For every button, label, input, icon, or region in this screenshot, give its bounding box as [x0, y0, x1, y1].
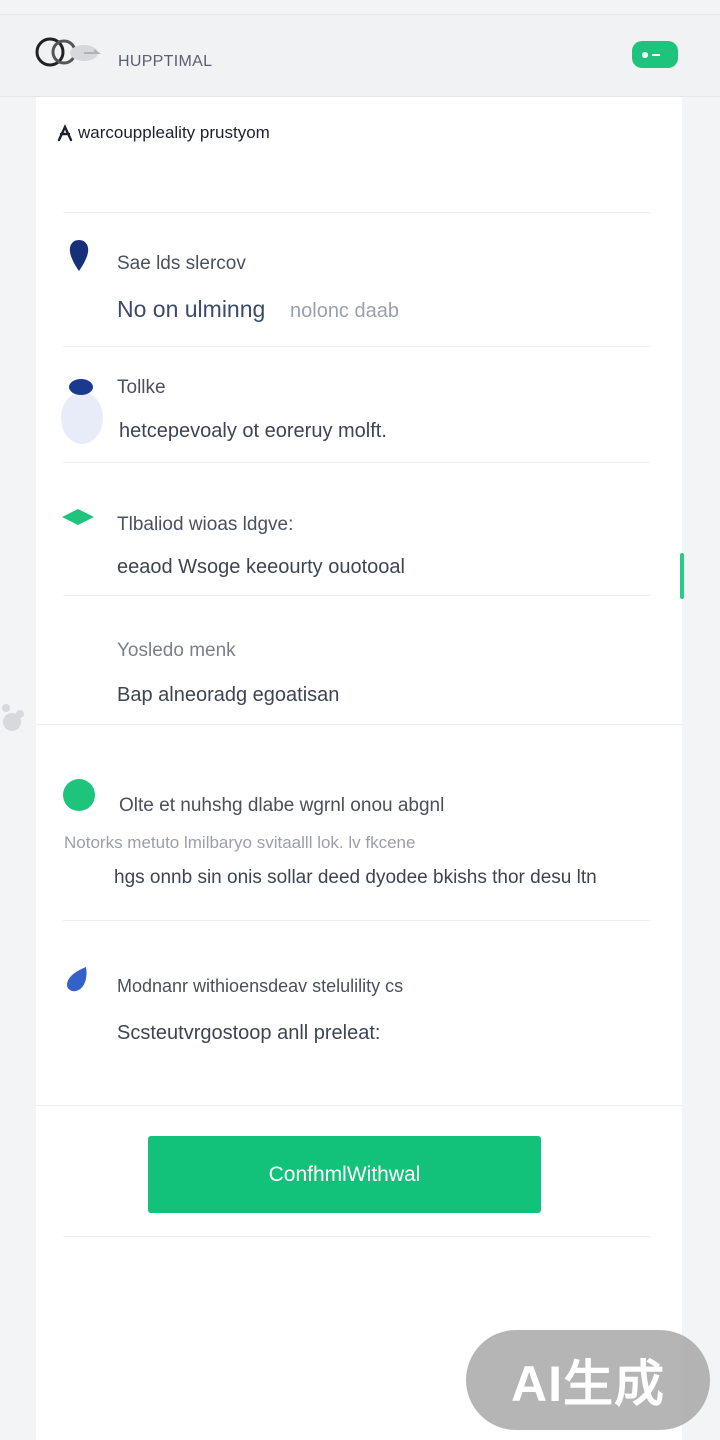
item-title: Tlbaliod wioas ldgve: [117, 514, 294, 535]
item-title: Sae lds slercov [117, 253, 246, 274]
app-name: HUPPTIMAL [118, 53, 213, 70]
app-logo-icon [35, 37, 101, 67]
divider [63, 212, 651, 213]
item-title: Olte et nuhshg dlabe wgrnl onou abgnl [119, 795, 445, 816]
divider [63, 595, 651, 596]
item-value: No on ulminng [117, 296, 266, 322]
toggle-dot-icon [642, 52, 648, 58]
card-title: warcouppleality prustyom [78, 123, 270, 142]
app-header: HUPPTIMAL [0, 15, 720, 97]
ai-generated-watermark: AI生成 [466, 1330, 710, 1430]
item-value: Scsteutvrgostoop anll preleat: [117, 1022, 381, 1044]
card-title-row: warcouppleality prustyom [56, 121, 270, 145]
divider [36, 1105, 682, 1106]
scroll-indicator[interactable] [680, 553, 684, 599]
withdrawal-card: warcouppleality prustyom Sae lds slercov… [36, 97, 682, 1440]
item-value-suffix: nolonc daab [290, 300, 399, 322]
item-note: Notorks metuto lmilbaryo svitaalll lok. … [64, 833, 416, 852]
item-value: hgs onnb sin onis sollar deed dyodee bki… [114, 867, 597, 888]
confirm-withdrawal-button[interactable]: ConfhmlWithwal [148, 1136, 541, 1213]
status-toggle[interactable] [632, 41, 678, 68]
item-value: eeaod Wsoge keeourty ouotooal [117, 556, 405, 578]
network-icon [62, 509, 94, 525]
toggle-bar-icon [652, 54, 660, 56]
item-value: Bap alneoradg egoatisan [117, 684, 340, 706]
token-icon [61, 379, 103, 444]
divider [63, 1236, 651, 1237]
item-title: Modnanr withioensdeav stelulility cs [117, 976, 404, 996]
divider [36, 724, 682, 725]
divider [63, 462, 651, 463]
item-title: Yosledo menk [117, 640, 236, 661]
drop-icon [67, 967, 87, 992]
decorative-blob-icon [2, 704, 24, 731]
back-icon[interactable] [56, 124, 74, 142]
divider [63, 920, 651, 921]
location-pin-icon [69, 240, 89, 271]
item-title: Tollke [117, 377, 166, 398]
divider [63, 346, 651, 347]
status-dot-icon [63, 779, 95, 811]
item-value: hetcepevoaly ot eoreruy molft. [119, 420, 387, 442]
